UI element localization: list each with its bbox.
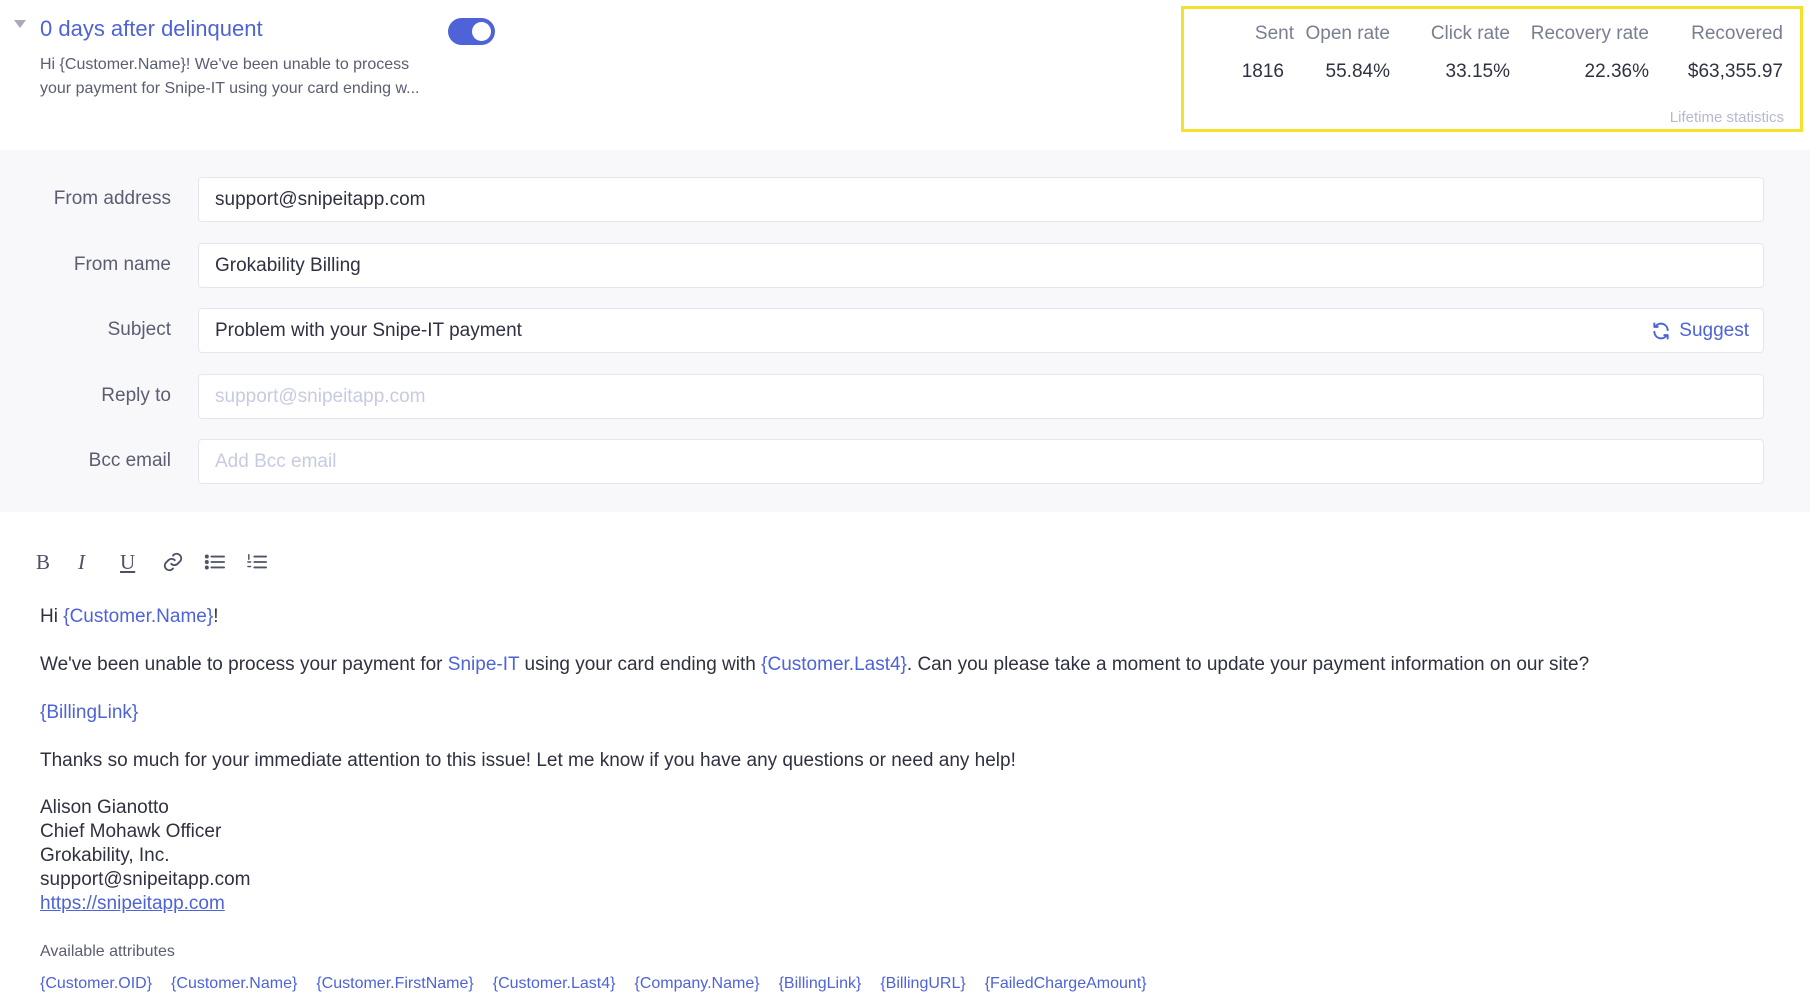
stat-label-sent: Sent: [1254, 23, 1294, 44]
stat-label-click-rate: Click rate: [1430, 23, 1510, 44]
underline-icon: U: [120, 549, 136, 574]
link-icon: [163, 552, 183, 572]
billing-link-line: {BillingLink}: [40, 701, 1780, 725]
suggest-label: Suggest: [1679, 320, 1749, 341]
bcc-email-input[interactable]: Add Bcc email: [198, 439, 1764, 484]
sequence-enabled-toggle[interactable]: [448, 18, 495, 45]
subject-input[interactable]: Problem with your Snipe-IT payment Sugge…: [198, 308, 1764, 353]
greeting-prefix: Hi: [40, 606, 64, 627]
stat-value-recovered: $63,355.97: [1687, 61, 1783, 82]
signature-email: support@snipeitapp.com: [40, 869, 251, 890]
available-attributes-title: Available attributes: [40, 943, 175, 960]
greeting-suffix: !: [213, 606, 219, 627]
stat-label-recovery-rate: Recovery rate: [1530, 23, 1649, 44]
bold-button[interactable]: B: [36, 548, 78, 576]
company-variable: Snipe-IT: [447, 654, 520, 675]
payment-paragraph: We've been unable to process your paymen…: [40, 653, 1780, 677]
toggle-knob: [472, 22, 491, 41]
from-address-label: From address: [53, 188, 171, 209]
reply-to-input[interactable]: support@snipeitapp.com: [198, 374, 1764, 419]
underline-button[interactable]: U: [120, 548, 162, 576]
signature-title: Chief Mohawk Officer: [40, 821, 222, 842]
signature-block: Alison Gianotto Chief Mohawk Officer Gro…: [40, 796, 1780, 916]
greeting-line: Hi {Customer.Name}!: [40, 605, 1780, 629]
bcc-email-label: Bcc email: [88, 450, 171, 471]
attribute-customer-last4[interactable]: {Customer.Last4}: [493, 975, 616, 993]
email-settings-form: From address support@snipeitapp.com From…: [0, 150, 1810, 512]
thanks-paragraph: Thanks so much for your immediate attent…: [40, 750, 1016, 771]
italic-button[interactable]: I: [78, 548, 120, 576]
customer-name-variable: {Customer.Name}: [63, 606, 214, 627]
lifetime-stats-panel: Sent Open rate Click rate Recovery rate …: [1181, 6, 1803, 132]
available-attributes-list: {Customer.OID} {Customer.Name} {Customer…: [40, 975, 1147, 993]
stat-value-click-rate: 33.15%: [1445, 61, 1510, 82]
stat-value-sent: 1816: [1241, 61, 1284, 82]
signature-url-link[interactable]: https://snipeitapp.com: [40, 893, 225, 914]
attribute-billing-url[interactable]: {BillingURL}: [880, 975, 965, 993]
from-name-label: From name: [73, 254, 171, 275]
bullet-list-button[interactable]: [204, 548, 246, 576]
customer-last4-variable: {Customer.Last4}: [761, 654, 907, 675]
sequence-preview: Hi {Customer.Name}! We've been unable to…: [40, 56, 420, 97]
bold-icon: B: [36, 549, 51, 574]
bullet-list-icon: [204, 554, 225, 570]
sequence-title[interactable]: 0 days after delinquent: [40, 16, 263, 42]
italic-icon: I: [78, 549, 85, 574]
collapse-caret-icon[interactable]: [14, 20, 26, 28]
payment-text-c: . Can you please take a moment to update…: [906, 654, 1590, 675]
subject-label: Subject: [107, 319, 171, 340]
stat-value-open-rate: 55.84%: [1325, 61, 1390, 82]
attribute-customer-firstname[interactable]: {Customer.FirstName}: [316, 975, 473, 993]
signature-company: Grokability, Inc.: [40, 845, 170, 866]
billing-link-variable: {BillingLink}: [40, 702, 139, 723]
reply-to-label: Reply to: [101, 385, 171, 406]
from-name-input[interactable]: Grokability Billing: [198, 243, 1764, 288]
from-address-input[interactable]: support@snipeitapp.com: [198, 177, 1764, 222]
sequence-header: 0 days after delinquent Hi {Customer.Nam…: [0, 0, 1810, 150]
lifetime-statistics-label: Lifetime statistics: [1669, 109, 1784, 126]
editor-toolbar: B I U: [36, 548, 288, 576]
link-button[interactable]: [162, 548, 204, 576]
numbered-list-icon: [247, 554, 268, 569]
payment-text-b: using your card ending with: [519, 654, 762, 675]
payment-text-a: We've been unable to process your paymen…: [40, 654, 448, 675]
numbered-list-button[interactable]: [246, 548, 288, 576]
attribute-billing-link[interactable]: {BillingLink}: [779, 975, 862, 993]
attribute-company-name[interactable]: {Company.Name}: [634, 975, 759, 993]
signature-name: Alison Gianotto: [40, 797, 169, 818]
stat-label-recovered: Recovered: [1691, 23, 1783, 44]
attribute-customer-oid[interactable]: {Customer.OID}: [40, 975, 152, 993]
subject-value: Problem with your Snipe-IT payment: [215, 320, 522, 341]
attribute-failed-charge-amount[interactable]: {FailedChargeAmount}: [985, 975, 1147, 993]
stat-value-recovery-rate: 22.36%: [1584, 61, 1649, 82]
refresh-icon: [1653, 322, 1669, 339]
email-body-editor[interactable]: Hi {Customer.Name}! We've been unable to…: [40, 605, 1780, 916]
suggest-button[interactable]: Suggest: [1651, 309, 1749, 352]
stat-label-open-rate: Open rate: [1305, 23, 1391, 44]
attribute-customer-name[interactable]: {Customer.Name}: [171, 975, 297, 993]
